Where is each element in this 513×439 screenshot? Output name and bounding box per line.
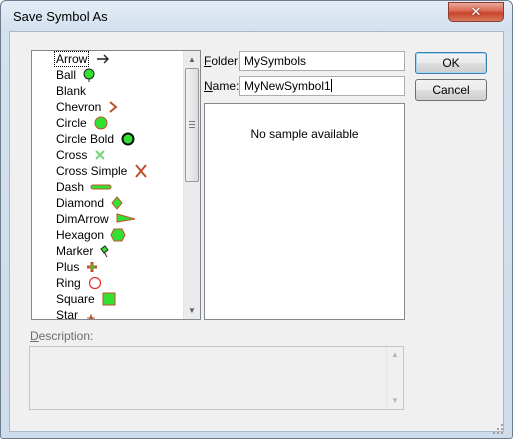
dim-arrow-icon <box>115 211 137 227</box>
list-item[interactable]: Blank <box>32 83 184 99</box>
dash-icon <box>90 179 112 195</box>
dialog-title: Save Symbol As <box>13 9 108 24</box>
close-icon: ✕ <box>470 4 482 19</box>
list-item[interactable]: Arrow <box>32 51 184 67</box>
list-item-label: Ring <box>56 276 81 290</box>
list-item[interactable]: Hexagon <box>32 227 184 243</box>
resize-grip-icon[interactable] <box>492 423 504 435</box>
list-item-label: Plus <box>56 260 80 274</box>
text-caret <box>330 79 332 92</box>
list-item-label: Square <box>56 292 95 306</box>
list-item-label: Diamond <box>56 196 105 210</box>
scroll-up-arrow-icon[interactable]: ▲ <box>184 51 200 68</box>
list-item[interactable]: Star <box>32 307 184 320</box>
name-field[interactable]: MyNewSymbol1 <box>239 76 405 96</box>
name-label: Name: <box>204 79 240 93</box>
list-item-label: Marker <box>56 244 94 258</box>
list-item-label: Blank <box>56 84 87 98</box>
ok-button[interactable]: OK <box>415 52 487 74</box>
list-item-label: Circle <box>56 116 87 130</box>
symbol-list-scrollbar[interactable]: ▲ ▼ <box>183 51 200 319</box>
chevron-icon <box>107 99 119 115</box>
list-item[interactable]: Ring <box>32 275 184 291</box>
list-item[interactable]: Circle Bold <box>32 131 184 147</box>
scrollbar-thumb[interactable] <box>185 68 199 182</box>
list-item-label: Chevron <box>56 100 102 114</box>
list-item[interactable]: Dash <box>32 179 184 195</box>
list-item-label: Cross Simple <box>56 164 128 178</box>
list-item[interactable]: Cross <box>32 147 184 163</box>
diamond-icon <box>110 195 124 211</box>
cross-icon <box>93 147 107 163</box>
symbol-preview: No sample available <box>204 103 405 320</box>
list-item[interactable]: DimArrow <box>32 211 184 227</box>
cancel-button[interactable]: Cancel <box>415 79 487 101</box>
list-item[interactable]: Circle <box>32 115 184 131</box>
folder-value: MySymbols <box>244 54 307 68</box>
marker-icon <box>99 243 111 259</box>
description-field[interactable]: ▲ ▼ <box>29 346 404 410</box>
title-bar[interactable]: Save Symbol As ✕ <box>1 1 512 31</box>
list-item[interactable]: Square <box>32 291 184 307</box>
preview-message: No sample available <box>250 127 359 141</box>
square-icon <box>101 291 117 307</box>
list-item-label: Dash <box>56 180 85 194</box>
save-symbol-dialog: Save Symbol As ✕ Arrow Ball Blank Chevron Ci… <box>0 0 513 439</box>
folder-field[interactable]: MySymbols <box>239 51 405 71</box>
list-item-label: Circle Bold <box>56 132 115 146</box>
plus-icon <box>85 259 99 275</box>
list-item[interactable]: Diamond <box>32 195 184 211</box>
desc-scroll-up-icon[interactable]: ▲ <box>387 347 403 363</box>
dialog-client-area: Arrow Ball Blank Chevron Circle Circle Bold Cr… <box>9 31 504 435</box>
list-item[interactable]: Cross Simple <box>32 163 184 179</box>
circle-icon <box>93 115 109 131</box>
list-item-label: Cross <box>56 148 88 162</box>
list-item-label: Star <box>56 308 79 320</box>
arrow-icon <box>95 51 111 67</box>
desc-scroll-down-icon[interactable]: ▼ <box>387 393 403 409</box>
hexagon-icon <box>110 227 126 243</box>
list-item-label: Ball <box>56 68 77 82</box>
symbol-list-items: Arrow Ball Blank Chevron Circle Circle Bold Cr… <box>32 51 184 320</box>
description-scrollbar[interactable]: ▲ ▼ <box>386 347 403 409</box>
cross-simple-icon <box>133 163 149 179</box>
list-item[interactable]: Chevron <box>32 99 184 115</box>
list-item-label: Hexagon <box>56 228 105 242</box>
folder-label: Folder: <box>204 54 242 68</box>
scroll-down-arrow-icon[interactable]: ▼ <box>184 302 200 319</box>
name-value: MyNewSymbol1 <box>244 79 331 93</box>
list-item[interactable]: Ball <box>32 67 184 83</box>
list-item[interactable]: Marker <box>32 243 184 259</box>
list-item[interactable]: Plus <box>32 259 184 275</box>
list-item-label: DimArrow <box>56 212 109 226</box>
description-label: Description: <box>30 329 94 343</box>
close-button[interactable]: ✕ <box>448 2 504 22</box>
ball-icon <box>82 67 96 83</box>
ring-icon <box>87 275 103 291</box>
circle-bold-icon <box>120 131 136 147</box>
list-item-label: Arrow <box>54 51 90 67</box>
star-icon <box>84 307 98 319</box>
blank-icon <box>92 83 106 99</box>
symbol-list[interactable]: Arrow Ball Blank Chevron Circle Circle Bold Cr… <box>31 50 201 320</box>
